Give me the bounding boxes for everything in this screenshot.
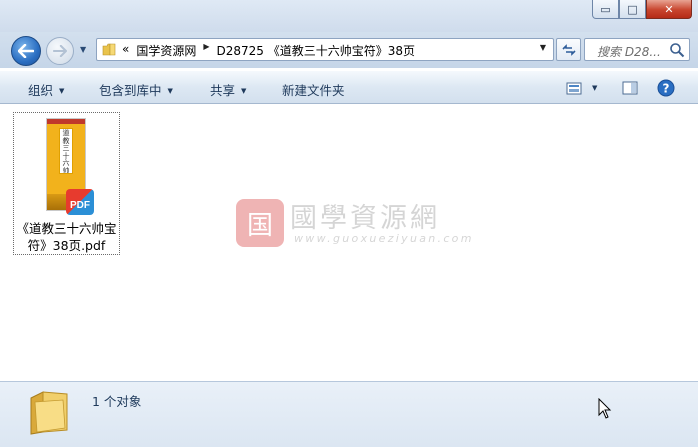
new-folder-label: 新建文件夹 (282, 83, 345, 98)
caption-buttons: ▭ □ ✕ (592, 0, 692, 20)
breadcrumb-separator-icon[interactable]: ▶ (203, 42, 209, 59)
change-view-button[interactable]: ▼ (566, 78, 597, 98)
help-icon: ? (657, 79, 675, 97)
share-label: 共享 (210, 83, 236, 98)
breadcrumb-item-root[interactable]: 国学资源网 (136, 42, 196, 59)
folder-icon (30, 391, 68, 435)
preview-pane-icon (622, 81, 638, 95)
item-count: 1 个对象 (92, 394, 142, 409)
thumb-title: 道教三十六帅宝符 (59, 128, 73, 174)
file-name-line2: 符》38页.pdf (27, 238, 106, 253)
chevron-down-icon: ▼ (167, 87, 173, 95)
chevron-down-icon[interactable]: ▼ (592, 84, 597, 92)
recent-pages-dropdown[interactable]: ▼ (80, 45, 86, 54)
pdf-badge-icon: PDF (66, 189, 94, 215)
organize-menu[interactable]: 组织 ▼ (28, 80, 64, 99)
watermark: 国 國學資源網 www.guoxueziyuan.com (236, 196, 471, 250)
help-button[interactable]: ? (657, 78, 675, 98)
search-input[interactable]: 搜索 D28... (584, 38, 690, 61)
title-bar: ▭ □ ✕ (0, 0, 698, 32)
watermark-seal-icon: 国 (236, 199, 284, 247)
refresh-button[interactable] (556, 38, 581, 61)
share-menu[interactable]: 共享 ▼ (210, 80, 246, 99)
watermark-url: www.guoxueziyuan.com (294, 232, 474, 245)
svg-text:?: ? (663, 82, 670, 96)
forward-button[interactable] (46, 37, 74, 65)
view-icon (566, 82, 582, 94)
preview-pane-button[interactable] (622, 78, 638, 98)
search-icon[interactable] (669, 42, 685, 58)
explorer-window: ▭ □ ✕ ▼ « 国学资源网 ▶ D28725 《道教三十六帅宝符》38页 ▼ (0, 0, 698, 447)
watermark-text: 國學資源網 (290, 203, 440, 234)
address-bar[interactable]: « 国学资源网 ▶ D28725 《道教三十六帅宝符》38页 ▼ (96, 38, 554, 61)
maximize-button[interactable]: □ (619, 0, 646, 19)
new-folder-button[interactable]: 新建文件夹 (282, 80, 345, 99)
search-placeholder: 搜索 D28... (597, 45, 661, 59)
chevron-down-icon: ▼ (59, 87, 65, 95)
breadcrumb: « 国学资源网 ▶ D28725 《道教三十六帅宝符》38页 (122, 42, 422, 59)
file-name[interactable]: 《道教三十六帅宝 符》38页.pdf (14, 220, 119, 254)
thumb-top-band (47, 119, 85, 124)
pdf-badge-label: PDF (70, 200, 90, 211)
breadcrumb-item-current[interactable]: D28725 《道教三十六帅宝符》38页 (217, 42, 416, 59)
navigation-bar: ▼ « 国学资源网 ▶ D28725 《道教三十六帅宝符》38页 ▼ 搜索 D2… (0, 32, 698, 68)
folder-icon (102, 43, 116, 56)
maximize-icon: □ (627, 2, 638, 16)
organize-label: 组织 (28, 83, 54, 98)
chevron-down-icon: ▼ (241, 87, 247, 95)
refresh-icon (561, 43, 576, 56)
minimize-icon: ▭ (600, 2, 611, 16)
minimize-button[interactable]: ▭ (592, 0, 619, 19)
back-button[interactable] (11, 36, 41, 66)
close-button[interactable]: ✕ (646, 0, 692, 19)
address-dropdown-icon[interactable]: ▼ (540, 43, 546, 52)
details-pane: 1 个对象 (0, 381, 698, 447)
breadcrumb-overflow[interactable]: « (122, 42, 129, 59)
file-list-area[interactable]: 道教三十六帅宝符 PDF 《道教三十六帅宝 符》38页.pdf 国 國學資源網 … (0, 104, 698, 381)
arrow-left-icon (18, 44, 34, 58)
include-in-library-label: 包含到库中 (99, 83, 162, 98)
file-name-line1: 《道教三十六帅宝 (16, 221, 117, 236)
command-bar: 组织 ▼ 包含到库中 ▼ 共享 ▼ 新建文件夹 ▼ ? (0, 70, 698, 104)
close-icon: ✕ (664, 2, 674, 16)
mouse-cursor-icon (598, 398, 612, 419)
arrow-right-icon (53, 45, 67, 57)
include-in-library-menu[interactable]: 包含到库中 ▼ (99, 80, 173, 99)
file-item[interactable]: 道教三十六帅宝符 PDF 《道教三十六帅宝 符》38页.pdf (13, 112, 120, 255)
